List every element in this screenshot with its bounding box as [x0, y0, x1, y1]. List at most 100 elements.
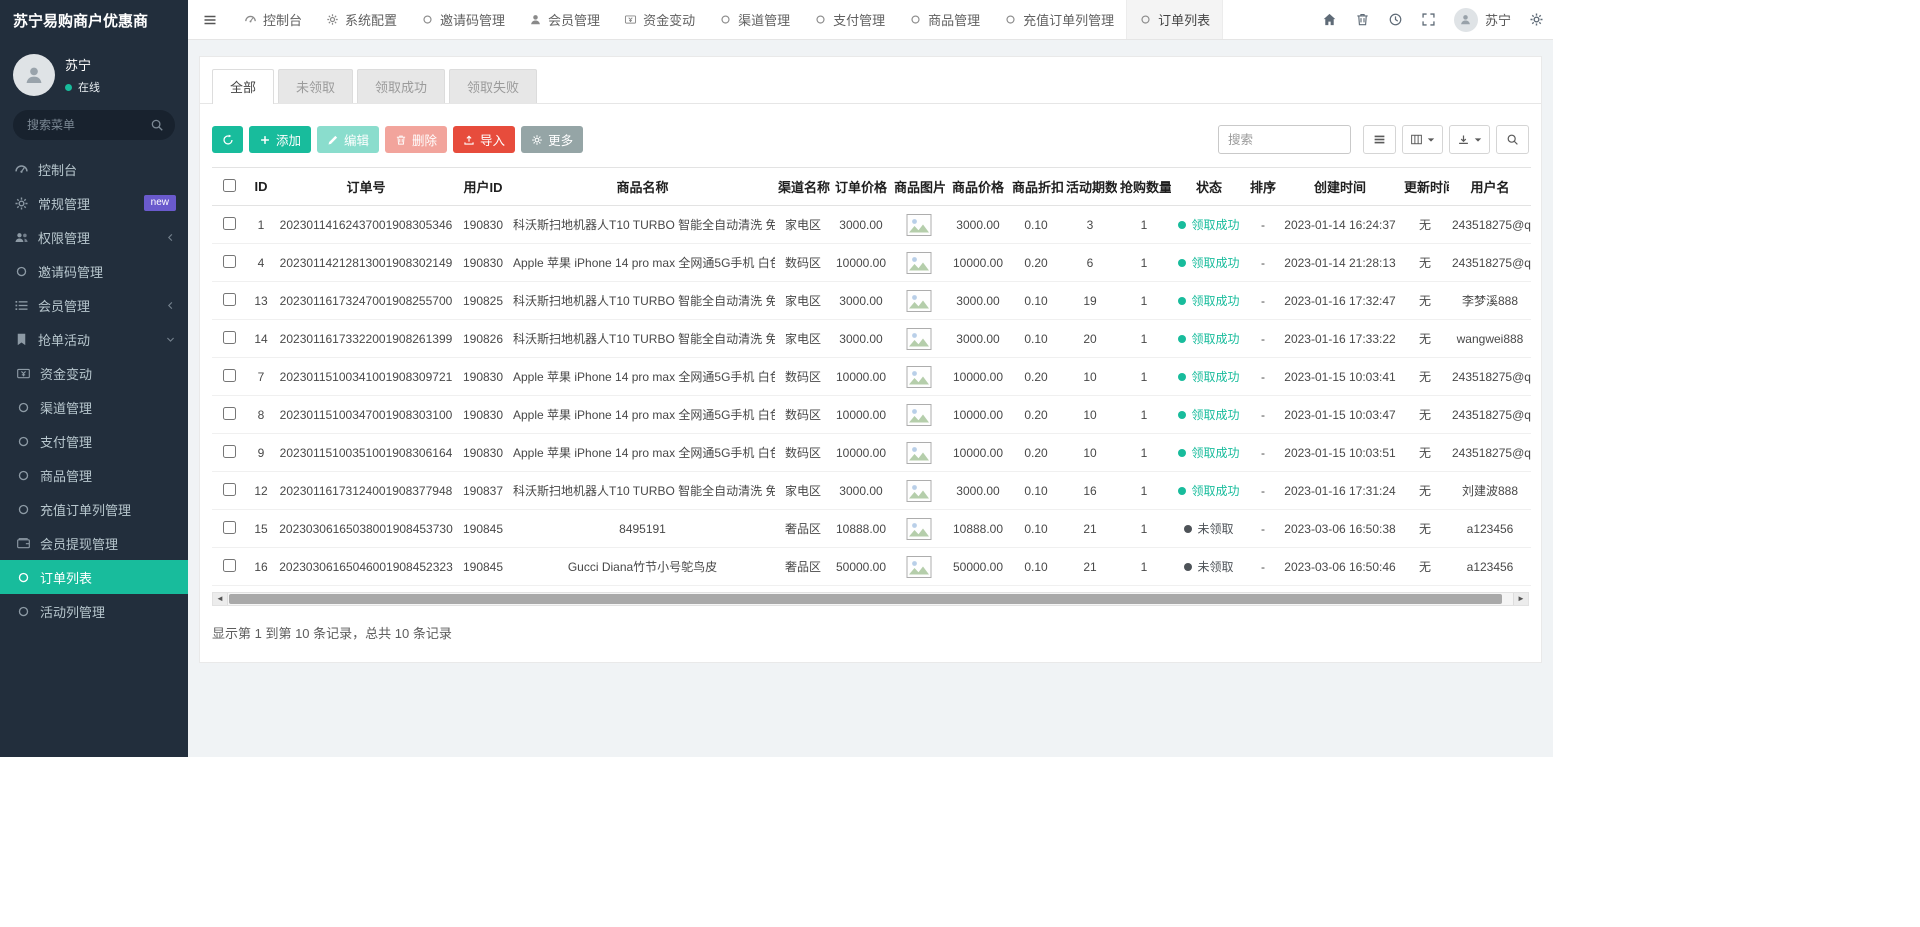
sidebar-item-6[interactable]: 资金变动 — [0, 356, 188, 390]
column-header-5[interactable]: 订单价格 — [831, 168, 891, 206]
delete-button[interactable]: 删除 — [385, 126, 447, 153]
column-header-2[interactable]: 用户ID — [456, 168, 510, 206]
topnav-tab-6[interactable]: 支付管理 — [802, 0, 897, 39]
cell-period: 21 — [1063, 510, 1117, 548]
row-checkbox[interactable] — [223, 445, 236, 458]
column-header-15[interactable]: 用户名 — [1449, 168, 1531, 206]
topnav-tab-5[interactable]: 渠道管理 — [707, 0, 802, 39]
column-header-13[interactable]: 创建时间 — [1279, 168, 1401, 206]
topnav-tab-8[interactable]: 充值订单列管理 — [992, 0, 1126, 39]
columns-button[interactable] — [1402, 125, 1443, 154]
sidebar-item-0[interactable]: 控制台 — [0, 152, 188, 186]
advanced-search-button[interactable] — [1496, 125, 1529, 154]
clear-cache-button[interactable] — [1346, 0, 1379, 39]
edit-button[interactable]: 编辑 — [317, 126, 379, 153]
topnav-tab-1[interactable]: 系统配置 — [314, 0, 409, 39]
row-checkbox[interactable] — [223, 483, 236, 496]
row-checkbox[interactable] — [223, 369, 236, 382]
records-summary: 显示第 1 到第 10 条记录，总共 10 条记录 — [200, 606, 1541, 642]
filter-tab-0[interactable]: 全部 — [212, 69, 274, 104]
sidebar-item-3[interactable]: 邀请码管理 — [0, 254, 188, 288]
sidebar-item-13[interactable]: 活动列管理 — [0, 594, 188, 628]
home-button[interactable] — [1313, 0, 1346, 39]
row-checkbox[interactable] — [223, 521, 236, 534]
column-header-14[interactable]: 更新时间 — [1401, 168, 1449, 206]
topnav-tab-7[interactable]: 商品管理 — [897, 0, 992, 39]
row-checkbox[interactable] — [223, 255, 236, 268]
row-checkbox[interactable] — [223, 331, 236, 344]
topnav-tab-2[interactable]: 邀请码管理 — [409, 0, 517, 39]
sidebar-item-7[interactable]: 渠道管理 — [0, 390, 188, 424]
sidebar-item-1[interactable]: 常规管理new — [0, 186, 188, 220]
column-header-3[interactable]: 商品名称 — [510, 168, 775, 206]
fullscreen-button[interactable] — [1412, 0, 1445, 39]
export-button[interactable] — [1449, 125, 1490, 154]
table-row: 120230114162437001908305346190830科沃斯扫地机器… — [212, 206, 1531, 244]
sidebar-toggle-button[interactable] — [188, 0, 232, 39]
select-all-checkbox[interactable] — [223, 179, 236, 192]
cell-discount: 0.10 — [1009, 548, 1063, 586]
topnav-tab-4[interactable]: 资金变动 — [612, 0, 707, 39]
cell-order-price: 10000.00 — [831, 358, 891, 396]
cell-order-no: 20230116173124001908377948 — [276, 472, 456, 510]
cell-updated: 无 — [1401, 510, 1449, 548]
refresh-button[interactable] — [212, 126, 243, 153]
sidebar-item-11[interactable]: 会员提现管理 — [0, 526, 188, 560]
settings-button[interactable] — [1520, 0, 1553, 39]
status-dot-icon — [1178, 487, 1186, 495]
cell-order-no: 20230306165046001908452323 — [276, 548, 456, 586]
scrollbar-thumb[interactable] — [229, 594, 1502, 604]
topnav-tab-0[interactable]: 控制台 — [232, 0, 314, 39]
cell-status: 领取成功 — [1171, 396, 1247, 434]
column-header-7[interactable]: 商品价格 — [947, 168, 1009, 206]
add-button[interactable]: 添加 — [249, 126, 311, 153]
column-header-4[interactable]: 渠道名称 — [775, 168, 831, 206]
import-button[interactable]: 导入 — [453, 126, 515, 153]
toggle-view-button[interactable] — [1363, 125, 1396, 154]
sidebar-item-10[interactable]: 充值订单列管理 — [0, 492, 188, 526]
topnav-tab-9[interactable]: 订单列表 — [1126, 0, 1223, 39]
circle-icon — [16, 400, 31, 415]
sidebar-item-5[interactable]: 抢单活动 — [0, 322, 188, 356]
history-button[interactable] — [1379, 0, 1412, 39]
cell-updated: 无 — [1401, 244, 1449, 282]
column-header-6[interactable]: 商品图片 — [891, 168, 947, 206]
sidebar-item-8[interactable]: 支付管理 — [0, 424, 188, 458]
sidebar-item-label: 充值订单列管理 — [40, 500, 131, 519]
column-header-11[interactable]: 状态 — [1171, 168, 1247, 206]
row-checkbox[interactable] — [223, 407, 236, 420]
sidebar-item-12[interactable]: 订单列表 — [0, 560, 188, 594]
cell-discount: 0.10 — [1009, 320, 1063, 358]
sidebar-item-9[interactable]: 商品管理 — [0, 458, 188, 492]
more-button[interactable]: 更多 — [521, 126, 583, 153]
column-header-9[interactable]: 活动期数 — [1063, 168, 1117, 206]
column-header-1[interactable]: 订单号 — [276, 168, 456, 206]
row-checkbox[interactable] — [223, 559, 236, 572]
row-checkbox[interactable] — [223, 293, 236, 306]
status-dot-icon — [1178, 221, 1186, 229]
cell-created: 2023-01-14 21:28:13 — [1279, 244, 1401, 282]
scroll-right-arrow[interactable]: ► — [1513, 593, 1528, 605]
cell-product-name: Apple 苹果 iPhone 14 pro max 全网通5G手机 白色 1T… — [510, 358, 775, 396]
sidebar-item-2[interactable]: 权限管理 — [0, 220, 188, 254]
cell-order-price: 10000.00 — [831, 396, 891, 434]
row-checkbox[interactable] — [223, 217, 236, 230]
filter-tab-2[interactable]: 领取成功 — [357, 69, 445, 103]
column-header-12[interactable]: 排序 — [1247, 168, 1279, 206]
avatar[interactable] — [13, 54, 55, 96]
cell-status: 领取成功 — [1171, 282, 1247, 320]
navbar-user-menu[interactable]: 苏宁 — [1445, 0, 1520, 39]
filter-tab-1[interactable]: 未领取 — [278, 69, 353, 103]
column-header-0[interactable]: ID — [246, 168, 276, 206]
column-header-10[interactable]: 抢购数量 — [1117, 168, 1171, 206]
scroll-left-arrow[interactable]: ◄ — [213, 593, 228, 605]
table-search-input[interactable] — [1218, 125, 1351, 154]
sidebar-item-4[interactable]: 会员管理 — [0, 288, 188, 322]
cell-select — [212, 472, 246, 510]
cell-period: 20 — [1063, 320, 1117, 358]
topnav-tab-3[interactable]: 会员管理 — [517, 0, 612, 39]
column-header-8[interactable]: 商品折扣 — [1009, 168, 1063, 206]
filter-tab-3[interactable]: 领取失败 — [449, 69, 537, 103]
cell-created: 2023-01-14 16:24:37 — [1279, 206, 1401, 244]
table-row: 820230115100347001908303100190830Apple 苹… — [212, 396, 1531, 434]
